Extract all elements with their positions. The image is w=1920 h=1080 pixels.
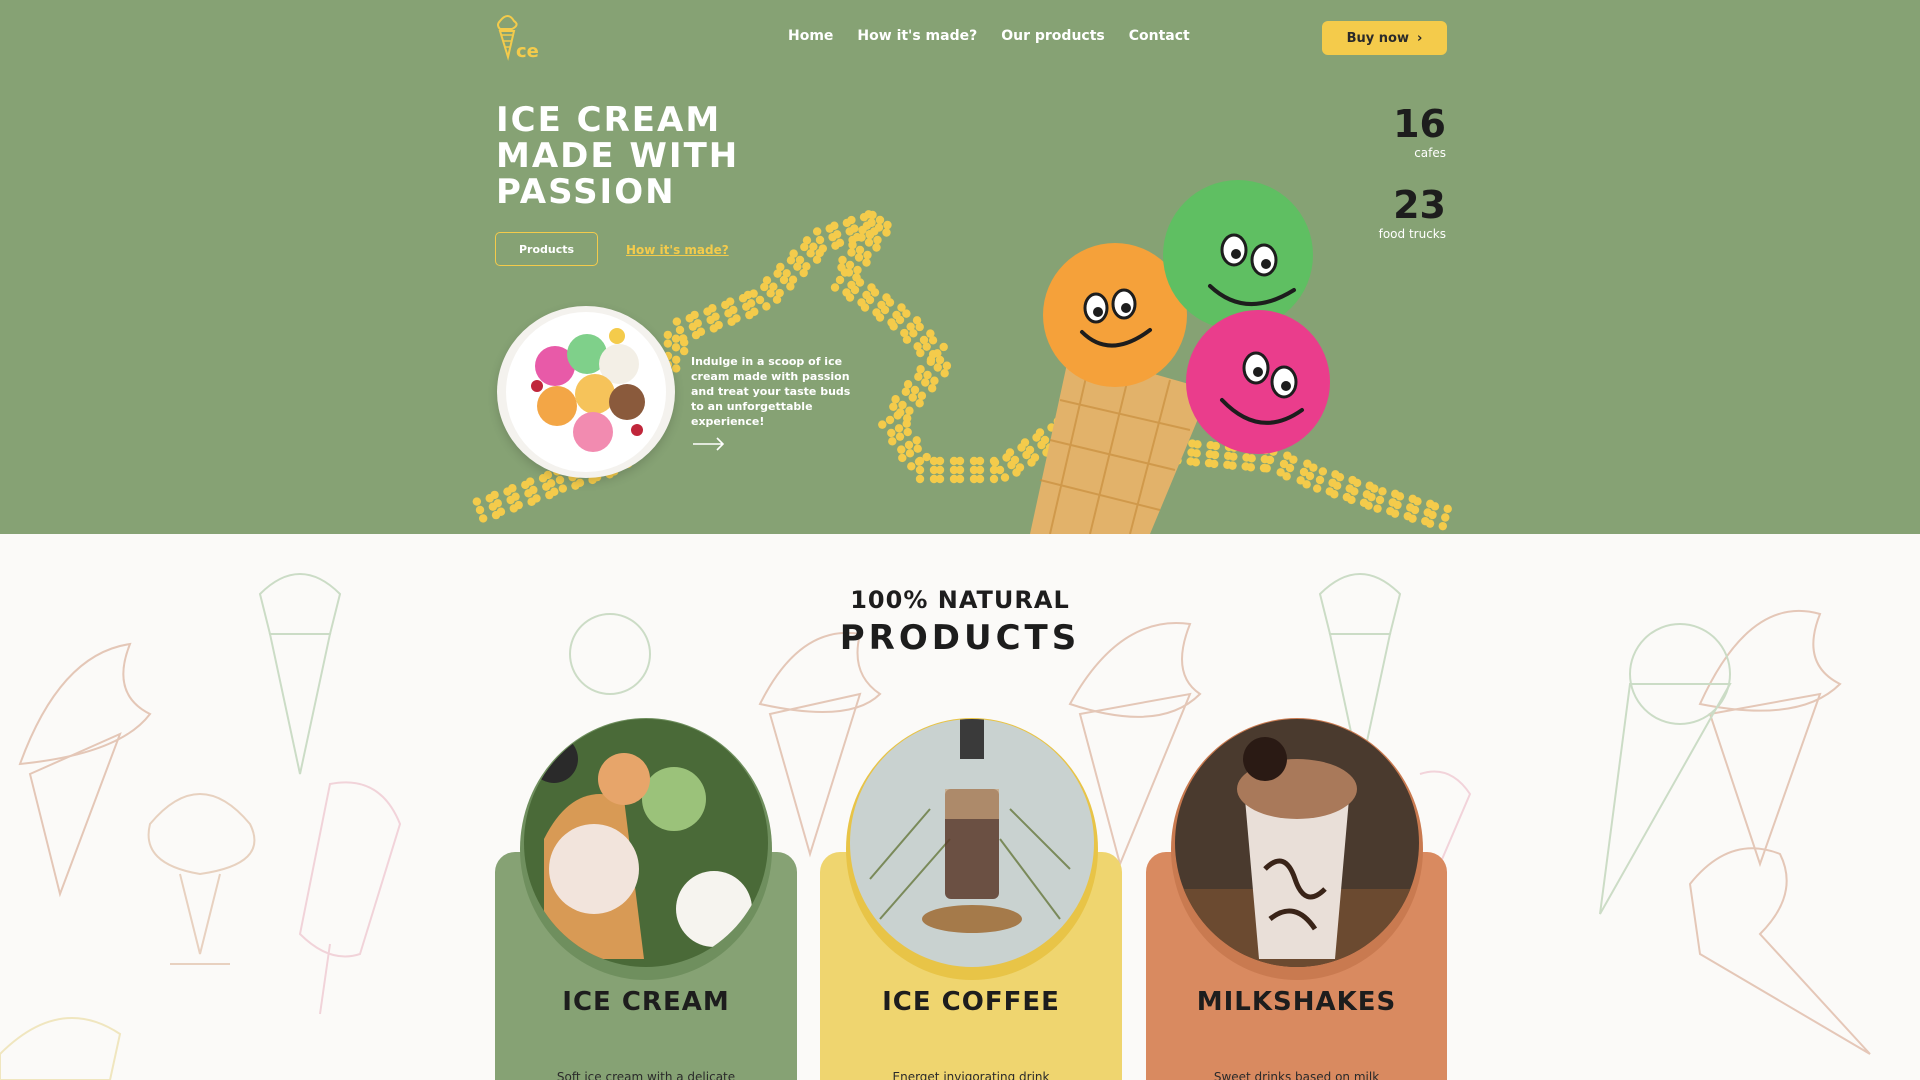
- nav-how-its-made[interactable]: How it's made?: [857, 28, 977, 44]
- hero-description: Indulge in a scoop of ice cream made wit…: [691, 355, 851, 428]
- ice-cream-plate-image: [497, 306, 675, 478]
- how-its-made-link[interactable]: How it's made?: [626, 243, 729, 257]
- stat-cafes-value: 16: [1393, 102, 1446, 146]
- arrow-right-icon[interactable]: [691, 434, 727, 454]
- stat-food-trucks-label: food trucks: [1378, 227, 1446, 241]
- ice-cream-photo: [524, 719, 768, 967]
- hero-headline: ICE CREAM MADE WITH PASSION: [496, 102, 816, 210]
- card-title-ice-cream: ICE CREAM: [562, 987, 730, 1017]
- card-text-ice-coffee: Energet invigorating drink: [892, 1070, 1050, 1080]
- buy-now-label: Buy now: [1346, 30, 1409, 46]
- main-nav: Home How it's made? Our products Contact: [788, 28, 1190, 44]
- dotted-path-decoration: [472, 210, 1452, 531]
- stat-food-trucks-value: 23: [1393, 183, 1446, 227]
- products-button[interactable]: Products: [495, 232, 598, 266]
- chevron-right-icon: ›: [1417, 30, 1423, 46]
- nav-contact[interactable]: Contact: [1129, 28, 1190, 44]
- ice-coffee-photo: [850, 719, 1094, 967]
- headline-line-2: MADE WITH: [496, 136, 740, 176]
- stat-food-trucks: 23 food trucks: [1379, 185, 1446, 241]
- card-text-milkshakes: Sweet drinks based on milk: [1213, 1070, 1380, 1080]
- nav-home[interactable]: Home: [788, 28, 833, 44]
- stat-cafes-label: cafes: [1414, 146, 1446, 160]
- section-subtitle: 100% NATURAL: [850, 586, 1070, 614]
- svg-text:ce: ce: [516, 41, 539, 61]
- headline-line-1: ICE CREAM: [496, 100, 722, 140]
- card-text-ice-cream: Soft ice cream with a delicate: [556, 1070, 736, 1080]
- logo-icon[interactable]: ce: [494, 11, 546, 61]
- section-title: PRODUCTS: [839, 618, 1081, 658]
- hero-section: ce Home How it's made? Our products Cont…: [0, 0, 1920, 534]
- buy-now-button[interactable]: Buy now ›: [1322, 21, 1447, 55]
- ice-cream-cone-image: [1030, 180, 1330, 534]
- milkshake-photo: [1175, 719, 1419, 967]
- card-title-ice-coffee: ICE COFFEE: [882, 987, 1060, 1017]
- nav-our-products[interactable]: Our products: [1001, 28, 1105, 44]
- headline-line-3: PASSION: [496, 172, 676, 212]
- card-title-milkshakes: MILKSHAKES: [1196, 987, 1397, 1017]
- stat-cafes: 16 cafes: [1393, 104, 1446, 160]
